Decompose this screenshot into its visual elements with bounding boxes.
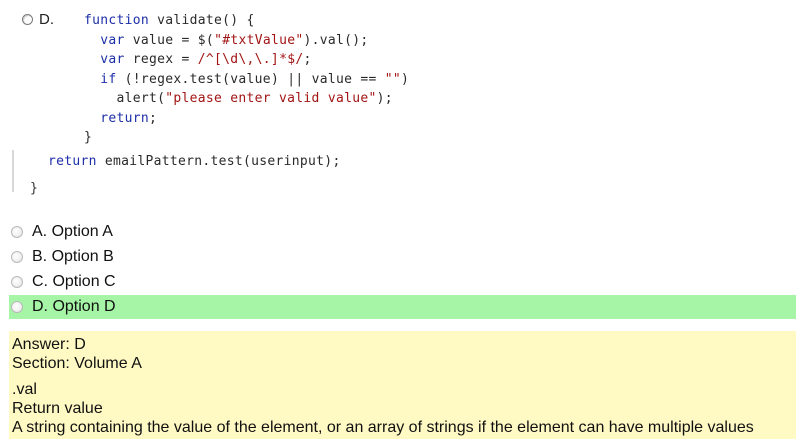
option-b-label: B. Option B	[32, 248, 114, 265]
code-text: ;	[149, 110, 158, 126]
option-d-radio-icon[interactable]	[22, 14, 33, 25]
code-line: if (!regex.test(value) || value == "")	[84, 70, 409, 90]
code-string: "#txtValue"	[214, 32, 304, 48]
code-return-line: return emailPattern.test(userinput);	[48, 152, 341, 172]
option-b-radio-icon[interactable]	[11, 251, 23, 263]
code-text: regex =	[124, 52, 198, 67]
code-string: "please enter valid value"	[165, 91, 377, 106]
answer-panel: Answer: D Section: Volume A .val Return …	[9, 331, 796, 439]
explanation-line: .val	[12, 381, 37, 398]
code-text: emailPattern.test(userinput);	[96, 154, 341, 169]
code-line: var regex = /^[\d\,\.]*$/;	[84, 50, 409, 70]
answer-spacer	[12, 373, 796, 380]
option-c-label: C. Option C	[32, 273, 116, 290]
code-gutter-divider	[12, 150, 14, 192]
option-a-label: A. Option A	[32, 223, 113, 240]
code-line: }	[84, 128, 409, 148]
option-a-radio-icon[interactable]	[11, 226, 23, 238]
option-c[interactable]: C. Option C	[0, 270, 798, 294]
answer-options: A. Option A B. Option B C. Option C D. O…	[0, 220, 798, 320]
explanation-line: Return value	[12, 400, 103, 417]
code-keyword: var	[100, 32, 125, 48]
code-function-block: function validate() { var value = $("#tx…	[84, 11, 409, 148]
code-keyword: return	[48, 154, 97, 169]
code-text: validate() {	[149, 13, 255, 28]
code-string: /^[\d\,\.]*$/	[197, 52, 304, 67]
explanation-line: A string containing the value of the ele…	[12, 419, 754, 436]
code-text: value = $(	[124, 32, 215, 48]
code-text: alert(	[116, 91, 166, 106]
code-line: return emailPattern.test(userinput);	[48, 152, 341, 172]
section-text: Section: Volume A	[12, 355, 142, 372]
code-option-d-label: D.	[39, 11, 54, 28]
code-text: )	[400, 71, 410, 87]
code-text: (!regex.test(value) || value ==	[116, 71, 385, 87]
option-a[interactable]: A. Option A	[0, 220, 798, 244]
code-keyword: function	[84, 13, 150, 28]
code-line: var value = $("#txtValue").val();	[84, 31, 409, 51]
code-keyword: var	[100, 52, 125, 67]
code-option-d[interactable]: D.	[22, 11, 54, 28]
code-text: }	[84, 130, 93, 145]
option-c-radio-icon[interactable]	[11, 276, 23, 288]
code-text: ;	[303, 52, 312, 67]
code-closing-brace: }	[30, 181, 39, 196]
code-keyword: if	[100, 71, 117, 87]
answer-text: Answer: D	[12, 336, 86, 353]
code-line: alert("please enter valid value");	[84, 89, 409, 109]
option-d-radio-icon[interactable]	[11, 301, 23, 313]
code-keyword: return	[100, 110, 150, 126]
code-line: function validate() {	[84, 11, 409, 31]
option-d[interactable]: D. Option D	[9, 295, 796, 319]
option-b[interactable]: B. Option B	[0, 245, 798, 269]
code-text: ).val();	[303, 32, 369, 48]
code-line: return;	[84, 109, 409, 129]
code-snippet-area: D. function validate() { var value = $("…	[0, 0, 798, 210]
code-string: ""	[384, 71, 401, 87]
option-d-label: D. Option D	[32, 298, 116, 315]
code-text: );	[376, 91, 393, 106]
